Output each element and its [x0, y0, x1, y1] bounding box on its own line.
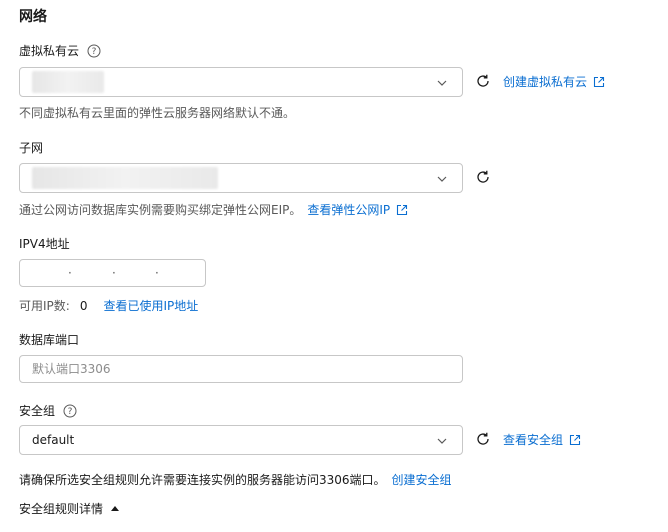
ip-separator: · — [68, 266, 72, 280]
create-vpc-link-label: 创建虚拟私有云 — [503, 75, 588, 89]
subnet-selected-value-redacted — [32, 167, 218, 189]
view-used-ip-link[interactable]: 查看已使用IP地址 — [103, 297, 198, 314]
security-group-label-row: 安全组 ? — [19, 402, 77, 419]
security-group-value: default — [32, 433, 75, 447]
vpc-selected-value-redacted — [32, 71, 104, 93]
external-link-icon — [397, 204, 408, 215]
subnet-select[interactable] — [19, 163, 463, 193]
vpc-label: 虚拟私有云 — [19, 44, 80, 58]
vpc-label-row: 虚拟私有云 ? — [19, 42, 101, 59]
external-link-icon — [593, 76, 605, 87]
refresh-icon[interactable] — [475, 169, 491, 185]
svg-text:?: ? — [92, 47, 97, 57]
chevron-down-icon — [437, 438, 447, 444]
view-eip-link[interactable]: 查看弹性公网IP — [307, 201, 408, 218]
external-link-icon — [569, 434, 581, 445]
ipv4-available-count: 0 — [79, 298, 88, 313]
subnet-label-row: 子网 — [19, 139, 43, 156]
chevron-down-icon — [437, 80, 447, 86]
view-security-group-link[interactable]: 查看安全组 — [503, 431, 581, 448]
vpc-hint: 不同虚拟私有云里面的弹性云服务器网络默认不通。 — [19, 106, 296, 120]
security-group-select[interactable]: default — [19, 425, 463, 455]
question-circle-icon[interactable]: ? — [87, 44, 101, 58]
port-input[interactable] — [19, 355, 463, 383]
security-group-hint-row: 请确保所选安全组规则允许需要连接实例的服务器能访问3306端口。 创建安全组 — [19, 471, 452, 488]
port-label-row: 数据库端口 — [19, 331, 79, 348]
chevron-down-icon — [437, 176, 447, 182]
ipv4-label-row: IPV4地址 — [19, 235, 70, 252]
subnet-hint-row: 通过公网访问数据库实例需要购买绑定弹性公网EIP。 查看弹性公网IP — [19, 201, 408, 218]
refresh-icon[interactable] — [475, 73, 491, 89]
svg-text:?: ? — [68, 407, 73, 417]
question-circle-icon[interactable]: ? — [63, 404, 77, 418]
security-group-details-toggle[interactable]: 安全组规则详情 — [19, 500, 120, 517]
ipv4-available-row: 可用IP数: 0 查看已使用IP地址 — [19, 297, 198, 314]
vpc-select[interactable] — [19, 67, 463, 97]
create-security-group-link[interactable]: 创建安全组 — [392, 471, 452, 488]
ip-separator: · — [155, 266, 159, 280]
ipv4-address-input[interactable]: · · · — [19, 259, 206, 287]
security-group-details-label: 安全组规则详情 — [19, 502, 104, 516]
ip-separator: · — [112, 266, 116, 280]
security-group-label: 安全组 — [19, 404, 56, 418]
subnet-hint: 通过公网访问数据库实例需要购买绑定弹性公网EIP。 — [19, 203, 302, 217]
caret-up-icon — [111, 506, 120, 511]
refresh-icon[interactable] — [475, 431, 491, 447]
section-title: 网络 — [19, 9, 47, 25]
port-label: 数据库端口 — [19, 333, 80, 347]
view-eip-link-label: 查看弹性公网IP — [307, 203, 391, 217]
ipv4-label: IPV4地址 — [19, 237, 70, 251]
security-group-hint: 请确保所选安全组规则允许需要连接实例的服务器能访问3306端口。 — [19, 473, 386, 487]
view-security-group-link-label: 查看安全组 — [503, 433, 564, 447]
subnet-label: 子网 — [19, 141, 44, 155]
create-vpc-link[interactable]: 创建虚拟私有云 — [503, 73, 605, 90]
ipv4-available-label: 可用IP数: — [19, 299, 70, 313]
